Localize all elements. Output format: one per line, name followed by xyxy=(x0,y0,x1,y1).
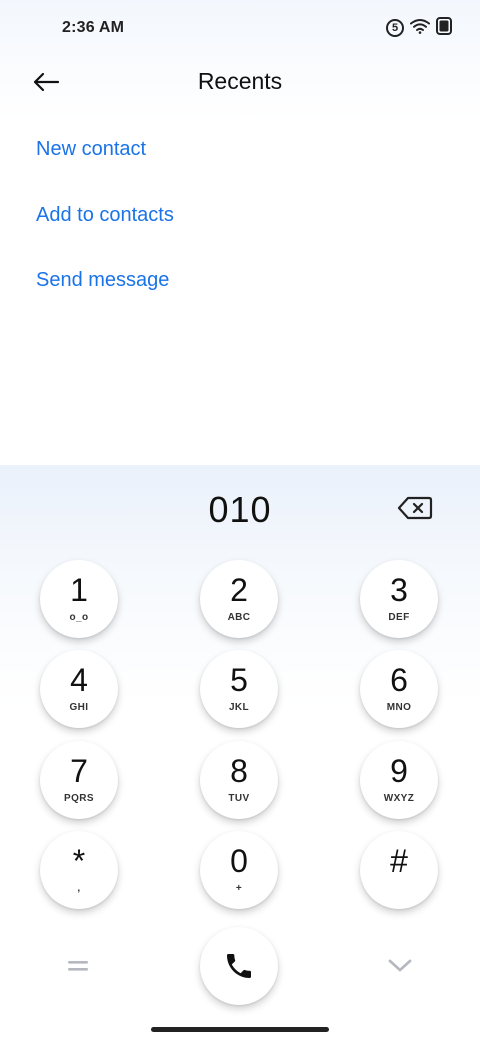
status-bar: 2:36 AM 5 xyxy=(0,0,480,56)
battery-icon xyxy=(436,16,452,40)
dialpad-menu-button[interactable] xyxy=(58,946,98,986)
key-letters: WXYZ xyxy=(383,793,415,804)
key-5[interactable]: 5 JKL xyxy=(200,650,278,728)
menu-lines-icon xyxy=(68,961,88,971)
app-bar: Recents xyxy=(0,56,480,108)
key-9[interactable]: 9 WXYZ xyxy=(360,741,438,819)
key-digit: 0 xyxy=(230,843,248,879)
key-digit: # xyxy=(390,843,408,879)
key-letters: + xyxy=(235,883,243,894)
key-digit: 6 xyxy=(390,662,408,698)
send-message-link[interactable]: Send message xyxy=(36,269,169,292)
key-letters: ABC xyxy=(227,612,251,623)
key-digit: 4 xyxy=(70,662,88,698)
key-digit: 1 xyxy=(70,572,88,608)
key-1[interactable]: 1 o_o xyxy=(40,560,118,638)
backspace-icon xyxy=(397,496,433,520)
page-title: Recents xyxy=(197,68,283,94)
key-digit: 7 xyxy=(70,753,88,789)
home-indicator[interactable] xyxy=(151,1027,329,1032)
status-time: 2:36 AM xyxy=(62,19,125,36)
collapse-dialpad-button[interactable] xyxy=(380,946,420,986)
key-digit: 2 xyxy=(230,572,248,608)
backspace-button[interactable] xyxy=(394,492,436,524)
key-digit: * xyxy=(72,843,86,879)
key-7[interactable]: 7 PQRS xyxy=(40,741,118,819)
key-letters: GHI xyxy=(69,702,89,713)
add-to-contacts-link[interactable]: Add to contacts xyxy=(36,204,174,227)
key-digit: 3 xyxy=(390,572,408,608)
key-digit: 8 xyxy=(230,753,248,789)
key-4[interactable]: 4 GHI xyxy=(40,650,118,728)
phone-call-icon xyxy=(227,954,251,978)
notification-5-icon: 5 xyxy=(386,19,404,37)
key-hash[interactable]: # xyxy=(360,831,438,909)
call-button[interactable] xyxy=(200,927,278,1005)
key-6[interactable]: 6 MNO xyxy=(360,650,438,728)
key-letters: , xyxy=(77,883,81,894)
key-8[interactable]: 8 TUV xyxy=(200,741,278,819)
key-letters: TUV xyxy=(228,793,250,804)
key-letters: MNO xyxy=(386,702,412,713)
chevron-down-icon xyxy=(388,959,412,972)
wifi-icon xyxy=(410,18,430,39)
key-0[interactable]: 0 + xyxy=(200,831,278,909)
key-letters: DEF xyxy=(388,612,410,623)
key-digit: 5 xyxy=(230,662,248,698)
key-letters: o_o xyxy=(69,612,89,623)
key-3[interactable]: 3 DEF xyxy=(360,560,438,638)
key-star[interactable]: * , xyxy=(40,831,118,909)
key-letters: JKL xyxy=(228,702,250,713)
key-letters: PQRS xyxy=(64,793,94,804)
status-icons: 5 xyxy=(386,16,452,40)
new-contact-link[interactable]: New contact xyxy=(36,138,146,161)
key-2[interactable]: 2 ABC xyxy=(200,560,278,638)
key-digit: 9 xyxy=(390,753,408,789)
